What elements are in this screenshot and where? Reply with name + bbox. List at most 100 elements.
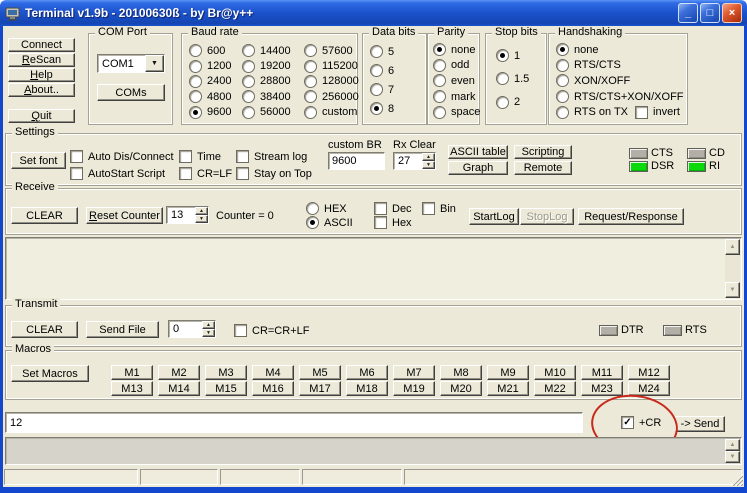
baud-option-128000[interactable]: 128000 <box>304 74 359 89</box>
macro-m17-button[interactable]: M17 <box>299 381 341 396</box>
baud-option-4800[interactable]: 4800 <box>189 89 242 104</box>
macro-m18-button[interactable]: M18 <box>346 381 388 396</box>
baud-option-115200[interactable]: 115200 <box>304 58 359 73</box>
macro-m3-button[interactable]: M3 <box>205 365 247 380</box>
dtr-toggle[interactable]: DTR <box>599 324 644 336</box>
macro-m20-button[interactable]: M20 <box>440 381 482 396</box>
plus-cr-checkbox[interactable]: ✓ +CR <box>621 416 661 429</box>
baud-option-56000[interactable]: 56000 <box>242 105 304 120</box>
macro-m24-button[interactable]: M24 <box>628 381 670 396</box>
macro-m10-button[interactable]: M10 <box>534 365 576 380</box>
about-button[interactable]: About.. <box>8 83 75 97</box>
stream-log-checkbox[interactable]: Stream log <box>236 150 307 163</box>
send-button[interactable]: -> Send <box>675 416 725 432</box>
rescan-button[interactable]: ReScan <box>8 53 75 67</box>
macro-m22-button[interactable]: M22 <box>534 381 576 396</box>
macro-m12-button[interactable]: M12 <box>628 365 670 380</box>
baud-option-9600[interactable]: 9600 <box>189 105 242 120</box>
coms-button[interactable]: COMs <box>97 84 165 101</box>
macro-m9-button[interactable]: M9 <box>487 365 529 380</box>
request-response-button[interactable]: Request/Response <box>578 208 684 225</box>
parity-option-mark[interactable]: mark <box>433 90 478 104</box>
dec-checkbox[interactable]: Dec <box>374 202 412 215</box>
scroll-up-icon[interactable]: ▲ <box>725 439 740 451</box>
bin-checkbox[interactable]: Bin <box>422 202 456 215</box>
invert-checkbox[interactable]: invert <box>635 105 680 119</box>
handshaking-option-xon-xoff[interactable]: XON/XOFF <box>556 74 685 88</box>
parity-option-space[interactable]: space <box>433 105 480 119</box>
baud-option-28800[interactable]: 28800 <box>242 74 304 89</box>
parity-option-none[interactable]: none <box>433 43 478 57</box>
receive-clear-button[interactable]: CLEAR <box>11 207 78 224</box>
ascii-display-radio[interactable]: ASCII <box>306 216 353 229</box>
minimize-button[interactable]: _ <box>678 3 698 23</box>
macro-m19-button[interactable]: M19 <box>393 381 435 396</box>
hex-display-radio[interactable]: HEX <box>306 202 347 215</box>
baud-option-14400[interactable]: 14400 <box>242 43 304 58</box>
baud-option-1200[interactable]: 1200 <box>189 58 242 73</box>
baud-option-2400[interactable]: 2400 <box>189 74 242 89</box>
spin-up-icon[interactable]: ▲ <box>422 153 435 161</box>
scroll-down-icon[interactable]: ▼ <box>725 282 740 298</box>
stop-bits-option-2[interactable]: 2 <box>496 95 544 109</box>
macro-m8-button[interactable]: M8 <box>440 365 482 380</box>
macro-m23-button[interactable]: M23 <box>581 381 623 396</box>
macro-m5-button[interactable]: M5 <box>299 365 341 380</box>
tx-delay-spinner[interactable]: 0 ▲ ▼ <box>168 320 216 338</box>
rts-toggle[interactable]: RTS <box>663 324 707 336</box>
ascii-table-button[interactable]: ASCII table <box>448 145 508 159</box>
spin-down-icon[interactable]: ▼ <box>195 215 208 223</box>
chevron-down-icon[interactable]: ▼ <box>145 55 164 72</box>
macro-m7-button[interactable]: M7 <box>393 365 435 380</box>
baud-option-600[interactable]: 600 <box>189 43 242 58</box>
handshaking-option-rts-cts[interactable]: RTS/CTS <box>556 58 685 72</box>
transmit-clear-button[interactable]: CLEAR <box>11 321 78 338</box>
titlebar[interactable]: Terminal v1.9b - 20100630ß - by Br@y++ _… <box>0 0 747 26</box>
macro-m13-button[interactable]: M13 <box>111 381 153 396</box>
stop-bits-option-1[interactable]: 1 <box>496 49 544 63</box>
baud-option-256000[interactable]: 256000 <box>304 89 359 104</box>
macro-m15-button[interactable]: M15 <box>205 381 247 396</box>
autostart-script-checkbox[interactable]: AutoStart Script <box>70 167 165 180</box>
data-bits-option-8[interactable]: 8 <box>370 102 424 115</box>
macro-m2-button[interactable]: M2 <box>158 365 200 380</box>
data-bits-option-5[interactable]: 5 <box>370 45 424 58</box>
macro-m11-button[interactable]: M11 <box>581 365 623 380</box>
stoplog-button[interactable]: StopLog <box>520 208 574 225</box>
spin-down-icon[interactable]: ▼ <box>422 161 435 169</box>
macro-m4-button[interactable]: M4 <box>252 365 294 380</box>
custom-br-input[interactable] <box>328 152 385 170</box>
graph-button[interactable]: Graph <box>448 161 508 175</box>
cr-cr-lf-checkbox[interactable]: CR=CR+LF <box>234 324 309 337</box>
help-button[interactable]: Help <box>8 68 75 82</box>
macro-m1-button[interactable]: M1 <box>111 365 153 380</box>
baud-option-custom[interactable]: custom <box>304 105 359 120</box>
data-bits-option-7[interactable]: 7 <box>370 83 424 96</box>
set-macros-button[interactable]: Set Macros <box>11 365 89 382</box>
send-input[interactable] <box>5 412 583 433</box>
handshaking-option-rts-on-tx[interactable]: RTS on TX <box>556 105 628 119</box>
reset-counter-button[interactable]: Reset Counter <box>86 207 163 224</box>
scroll-down-icon[interactable]: ▼ <box>725 451 740 463</box>
macro-m16-button[interactable]: M16 <box>252 381 294 396</box>
handshaking-option-rts-cts-xon-xoff[interactable]: RTS/CTS+XON/XOFF <box>556 90 685 104</box>
scroll-up-icon[interactable]: ▲ <box>725 239 740 255</box>
receive-scrollbar[interactable]: ▲ ▼ <box>725 239 740 298</box>
baud-option-38400[interactable]: 38400 <box>242 89 304 104</box>
cr-lf-checkbox[interactable]: CR=LF <box>179 167 232 180</box>
receive-terminal[interactable]: ▲ ▼ <box>5 237 742 300</box>
close-button[interactable]: × <box>722 3 742 23</box>
macro-m14-button[interactable]: M14 <box>158 381 200 396</box>
send-file-button[interactable]: Send File <box>86 321 159 338</box>
quit-button[interactable]: Quit <box>8 109 75 123</box>
transmit-terminal[interactable]: ▲ ▼ <box>5 437 742 465</box>
hex-checkbox[interactable]: Hex <box>374 216 412 229</box>
handshaking-option-none[interactable]: none <box>556 43 685 57</box>
parity-option-odd[interactable]: odd <box>433 58 478 72</box>
spin-down-icon[interactable]: ▼ <box>202 329 215 337</box>
transmit-scrollbar[interactable]: ▲ ▼ <box>725 439 740 463</box>
stop-bits-option-1.5[interactable]: 1.5 <box>496 72 544 86</box>
baud-option-19200[interactable]: 19200 <box>242 58 304 73</box>
startlog-button[interactable]: StartLog <box>469 208 519 225</box>
set-font-button[interactable]: Set font <box>11 152 66 169</box>
